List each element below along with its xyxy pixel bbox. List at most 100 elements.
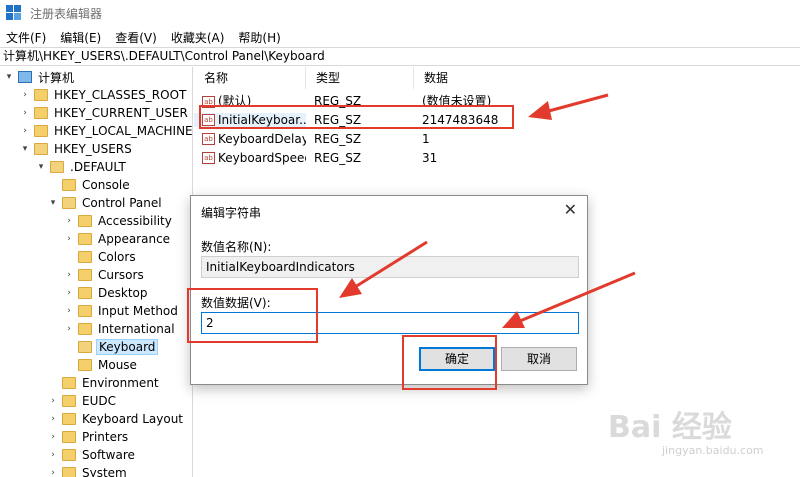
folder-icon: [78, 305, 92, 317]
computer-icon: [18, 71, 32, 83]
chevron-down-icon[interactable]: ▾: [20, 144, 30, 154]
tree-item-label: HKEY_LOCAL_MACHINE: [54, 124, 193, 138]
value-row[interactable]: ab KeyboardSpeed REG_SZ 31: [194, 148, 614, 167]
tree-item-input-method[interactable]: › Input Method: [64, 302, 180, 320]
tree-item-accessibility[interactable]: › Accessibility: [64, 212, 174, 230]
menu-favorites[interactable]: 收藏夹(A): [171, 29, 225, 46]
tree-item-label: Console: [82, 178, 130, 192]
annotation-box-data: [187, 288, 318, 343]
tree-item-label: 计算机: [38, 70, 75, 85]
tree-item-label: Printers: [82, 430, 129, 444]
tree-item-desktop[interactable]: › Desktop: [64, 284, 150, 302]
value-type: REG_SZ: [314, 131, 362, 146]
menu-edit[interactable]: 编辑(E): [60, 29, 101, 46]
tree-item-console[interactable]: Console: [62, 176, 132, 194]
tree-item-label: HKEY_USERS: [54, 142, 132, 156]
tree-item-hkcr[interactable]: › HKEY_CLASSES_ROOT: [20, 86, 188, 104]
close-icon[interactable]: ✕: [564, 200, 577, 219]
cancel-button[interactable]: 取消: [501, 347, 577, 371]
chevron-right-icon[interactable]: ›: [20, 108, 30, 118]
folder-icon: [62, 395, 76, 407]
window-title: 注册表编辑器: [30, 6, 103, 21]
tree-item-system[interactable]: › System: [48, 464, 129, 477]
chevron-down-icon[interactable]: ▾: [36, 162, 46, 172]
tree-item-software[interactable]: › Software: [48, 446, 137, 464]
folder-icon: [78, 215, 92, 227]
tree-item-label: Software: [82, 448, 135, 462]
watermark-url: jingyan.baidu.com: [662, 444, 764, 457]
chevron-right-icon[interactable]: ›: [64, 324, 74, 334]
tree-item-eudc[interactable]: › EUDC: [48, 392, 118, 410]
folder-icon: [62, 467, 76, 477]
tree-item-hku[interactable]: ▾ HKEY_USERS: [20, 140, 134, 158]
value-data: 1: [422, 131, 430, 146]
tree-item-international[interactable]: › International: [64, 320, 177, 338]
chevron-right-icon[interactable]: ›: [48, 432, 58, 442]
tree-item-printers[interactable]: › Printers: [48, 428, 130, 446]
title-bar: 注册表编辑器: [0, 0, 800, 26]
chevron-right-icon[interactable]: ›: [48, 468, 58, 477]
tree-item-hkcu[interactable]: › HKEY_CURRENT_USER: [20, 104, 190, 122]
chevron-down-icon[interactable]: ▾: [48, 198, 58, 208]
tree-item-label: Desktop: [98, 286, 148, 300]
chevron-right-icon[interactable]: ›: [48, 450, 58, 460]
tree-item-appearance[interactable]: › Appearance: [64, 230, 172, 248]
tree-item-label: Appearance: [98, 232, 171, 246]
tree-item-hklm[interactable]: › HKEY_LOCAL_MACHINE: [20, 122, 193, 140]
tree-item-label: HKEY_CLASSES_ROOT: [54, 88, 187, 102]
chevron-down-icon[interactable]: ▾: [4, 72, 14, 82]
chevron-right-icon[interactable]: ›: [64, 288, 74, 298]
chevron-right-icon[interactable]: ›: [64, 234, 74, 244]
folder-icon: [78, 251, 92, 263]
folder-icon: [62, 431, 76, 443]
value-name-field: InitialKeyboardIndicators: [201, 256, 579, 278]
column-name[interactable]: 名称: [194, 67, 306, 89]
chevron-right-icon[interactable]: ›: [48, 414, 58, 424]
chevron-right-icon[interactable]: ›: [20, 126, 30, 136]
value-data: 31: [422, 150, 438, 165]
tree-item-environment[interactable]: Environment: [62, 374, 161, 392]
chevron-right-icon[interactable]: ›: [64, 306, 74, 316]
string-value-icon: ab: [202, 152, 215, 164]
folder-icon: [78, 233, 92, 245]
menu-file[interactable]: 文件(F): [6, 29, 46, 46]
tree-item-control-panel[interactable]: ▾ Control Panel: [48, 194, 164, 212]
tree-item-label: Keyboard: [96, 339, 159, 355]
tree-item-label: EUDC: [82, 394, 116, 408]
folder-icon: [78, 323, 92, 335]
folder-icon: [62, 413, 76, 425]
menu-view[interactable]: 查看(V): [115, 29, 157, 46]
chevron-right-icon[interactable]: ›: [64, 270, 74, 280]
chevron-right-icon[interactable]: ›: [64, 216, 74, 226]
address-bar[interactable]: 计算机\HKEY_USERS\.DEFAULT\Control Panel\Ke…: [0, 47, 800, 66]
registry-icon: [6, 5, 22, 21]
menu-help[interactable]: 帮助(H): [238, 29, 280, 46]
tree-item-keyboard-layout[interactable]: › Keyboard Layout: [48, 410, 185, 428]
tree-item-label: Colors: [98, 250, 136, 264]
folder-icon: [78, 359, 92, 371]
tree-item-keyboard[interactable]: Keyboard: [78, 338, 159, 356]
value-name: KeyboardDelay: [218, 131, 306, 146]
annotation-box-row: [199, 105, 514, 129]
tree-item-colors[interactable]: Colors: [78, 248, 138, 266]
annotation-box-ok: [402, 335, 497, 390]
tree-item-label: Accessibility: [98, 214, 172, 228]
chevron-right-icon[interactable]: ›: [48, 396, 58, 406]
dialog-title: 编辑字符串: [201, 206, 262, 220]
folder-icon: [34, 89, 48, 101]
tree-item-label: HKEY_CURRENT_USER: [54, 106, 188, 120]
tree-item-cursors[interactable]: › Cursors: [64, 266, 146, 284]
tree-item-default[interactable]: ▾ .DEFAULT: [36, 158, 128, 176]
tree-item-computer[interactable]: ▾ 计算机: [4, 68, 76, 86]
tree-item-label: System: [82, 466, 127, 477]
folder-icon: [62, 449, 76, 461]
folder-icon: [62, 197, 76, 209]
column-type[interactable]: 类型: [306, 67, 414, 89]
folder-icon: [34, 125, 48, 137]
chevron-right-icon[interactable]: ›: [20, 90, 30, 100]
tree-item-mouse[interactable]: Mouse: [78, 356, 139, 374]
column-data[interactable]: 数据: [414, 67, 614, 89]
folder-icon: [62, 179, 76, 191]
value-row[interactable]: ab KeyboardDelay REG_SZ 1: [194, 129, 614, 148]
value-name: KeyboardSpeed: [218, 150, 306, 165]
